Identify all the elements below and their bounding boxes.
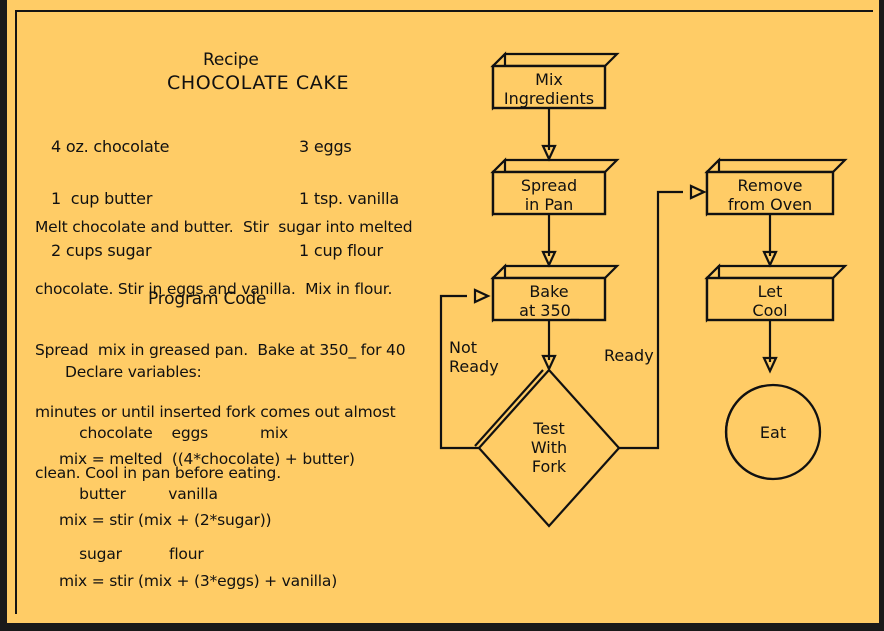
flow-edge-spread-to-bake [541, 215, 557, 267]
flow-node-bake-at-350[interactable] [490, 263, 620, 323]
flow-node-remove-from-oven[interactable] [704, 157, 848, 217]
flow-edge-label-not-ready: Not Ready [449, 338, 499, 376]
flowchart: Bake (loop on left) --> Remove from Oven… [439, 51, 848, 528]
flow-edge-mix-to-spread [541, 109, 557, 161]
flow-node-eat[interactable] [724, 383, 822, 481]
flow-edge-ready-to-remove [619, 184, 707, 450]
flow-node-test-with-fork[interactable] [474, 368, 621, 528]
flow-node-spread-in-pan[interactable] [490, 157, 620, 217]
flow-node-let-cool[interactable] [704, 263, 848, 323]
flow-edge-label-ready: Ready [604, 346, 654, 365]
diagram-page: Recipe CHOCOLATE CAKE 4 oz. chocolate 1 … [0, 0, 884, 631]
flow-edge-bake-to-test [541, 321, 557, 371]
flow-node-mix-ingredients[interactable] [490, 51, 620, 111]
flow-edge-letcool-to-eat [762, 321, 778, 373]
flow-edge-remove-to-letcool [762, 215, 778, 267]
